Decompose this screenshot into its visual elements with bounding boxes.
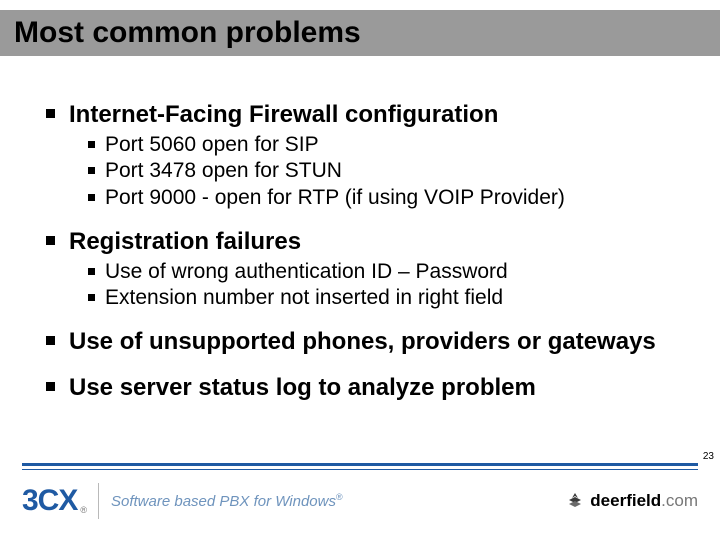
bullet-text: Use of unsupported phones, providers or …: [69, 327, 656, 357]
sub-list: Use of wrong authentication ID – Passwor…: [88, 259, 676, 312]
registered-mark: ®: [336, 492, 343, 502]
sub-bullet-text: Port 3478 open for STUN: [105, 158, 342, 184]
square-bullet-icon: [88, 194, 95, 201]
footer: 3CX ® Software based PBX for Windows® de…: [22, 474, 698, 528]
partner-logo-text: deerfield.com: [590, 491, 698, 511]
square-bullet-icon: [46, 236, 55, 245]
logo-3cx: 3CX ®: [22, 484, 86, 518]
bullet-item: Registration failures: [46, 227, 676, 257]
footer-left: 3CX ® Software based PBX for Windows®: [22, 483, 343, 519]
sub-bullet-item: Port 3478 open for STUN: [88, 158, 676, 184]
sub-bullet-text: Extension number not inserted in right f…: [105, 285, 503, 311]
partner-suffix: .com: [661, 491, 698, 511]
square-bullet-icon: [46, 109, 55, 118]
deerfield-icon: [566, 492, 584, 510]
sub-bullet-text: Use of wrong authentication ID – Passwor…: [105, 259, 508, 285]
bullet-text: Internet-Facing Firewall configuration: [69, 100, 498, 130]
bullet-text: Registration failures: [69, 227, 301, 257]
square-bullet-icon: [88, 141, 95, 148]
sub-list: Port 5060 open for SIP Port 3478 open fo…: [88, 132, 676, 211]
sub-bullet-item: Use of wrong authentication ID – Passwor…: [88, 259, 676, 285]
divider-thin: [22, 469, 698, 470]
partner-name: deerfield: [590, 491, 661, 511]
divider-thick: [22, 463, 698, 466]
bullet-item: Use of unsupported phones, providers or …: [46, 327, 676, 357]
tagline-text: Software based PBX for Windows: [111, 493, 336, 510]
sub-bullet-item: Port 5060 open for SIP: [88, 132, 676, 158]
logo-text: 3CX: [22, 484, 77, 518]
sub-bullet-item: Port 9000 - open for RTP (if using VOIP …: [88, 185, 676, 211]
square-bullet-icon: [88, 294, 95, 301]
registered-mark: ®: [80, 505, 86, 515]
slide: Most common problems Internet-Facing Fir…: [0, 0, 720, 540]
square-bullet-icon: [46, 382, 55, 391]
sub-bullet-item: Extension number not inserted in right f…: [88, 285, 676, 311]
bullet-item: Use server status log to analyze problem: [46, 373, 676, 403]
square-bullet-icon: [88, 268, 95, 275]
title-bar: Most common problems: [0, 10, 720, 56]
vertical-divider: [98, 483, 99, 519]
sub-bullet-text: Port 9000 - open for RTP (if using VOIP …: [105, 185, 565, 211]
slide-title: Most common problems: [14, 16, 361, 50]
sub-bullet-text: Port 5060 open for SIP: [105, 132, 319, 158]
bullet-item: Internet-Facing Firewall configuration: [46, 100, 676, 130]
tagline: Software based PBX for Windows®: [111, 492, 343, 510]
slide-content: Internet-Facing Firewall configuration P…: [46, 84, 676, 403]
bullet-text: Use server status log to analyze problem: [69, 373, 536, 403]
square-bullet-icon: [46, 336, 55, 345]
page-number: 23: [703, 451, 714, 462]
footer-right: deerfield.com: [566, 491, 698, 511]
square-bullet-icon: [88, 167, 95, 174]
